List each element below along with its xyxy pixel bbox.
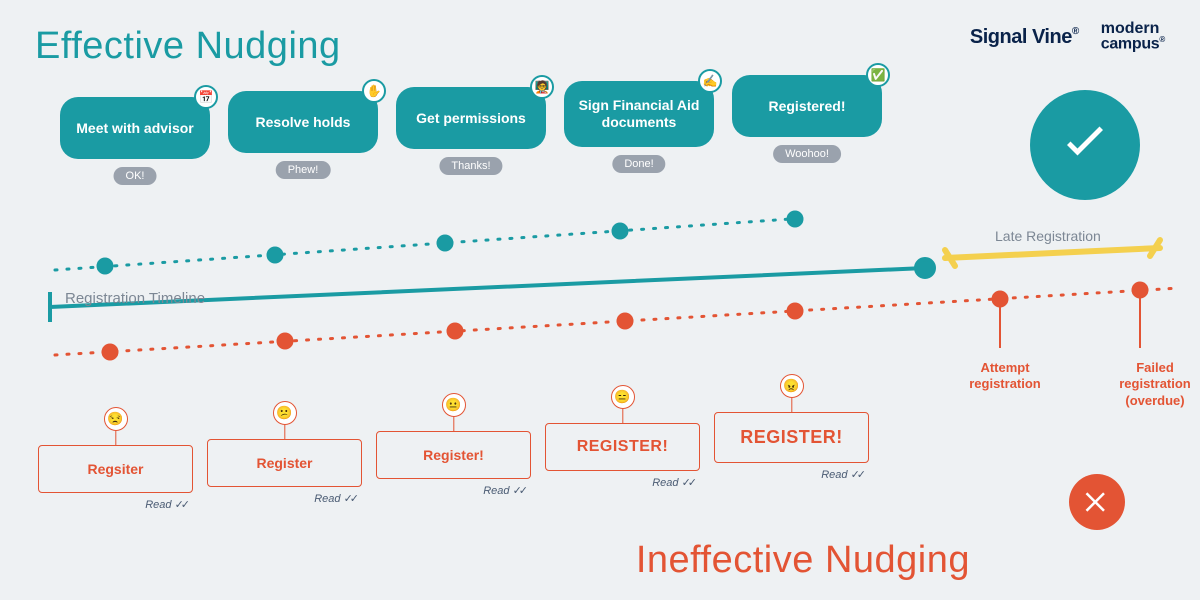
nudge-get-permissions: Get permissions 🧑‍🏫 Thanks! — [396, 87, 546, 175]
emoji-icon: 😠 — [780, 374, 804, 398]
logo-bar: Signal Vine® modern campus® — [970, 22, 1165, 52]
nudge-sign-docs: Sign Financial Aid documents ✍️ Done! — [564, 81, 714, 173]
sign-icon: ✍️ — [698, 69, 722, 93]
nudge-registered: Registered! ✅ Woohoo! — [732, 75, 882, 163]
nudge-bubble: Register — [207, 439, 362, 487]
nudge-response: Woohoo! — [773, 145, 841, 163]
emoji-icon: 😕 — [273, 401, 297, 425]
nudge-response: OK! — [114, 167, 157, 185]
logo-moderncampus-line1: modern — [1101, 22, 1165, 36]
failure-x-icon — [1069, 474, 1125, 530]
failed-registration-label: Failed registration (overdue) — [1105, 360, 1200, 409]
ineffective-nudges-row: 😒 Regsiter Read ✓✓ 😕 Register Read ✓✓ 😐 … — [38, 412, 869, 493]
title-effective: Effective Nudging — [35, 25, 341, 68]
nudge-bubble: Meet with advisor — [60, 97, 210, 159]
read-receipt: Read ✓✓ — [821, 468, 863, 481]
emoji-icon: 😑 — [611, 385, 635, 409]
registration-timeline-label: Registration Timeline — [65, 290, 205, 307]
late-events: Attempt registration Failed registration… — [955, 360, 1200, 409]
read-receipt: Read ✓✓ — [652, 476, 694, 489]
late-registration-label: Late Registration — [995, 228, 1101, 244]
nudge-bubble: Regsiter — [38, 445, 193, 493]
logo-signalvine: Signal Vine® — [970, 26, 1079, 49]
check-icon: ✅ — [866, 63, 890, 87]
nudge-bubble: Resolve holds — [228, 91, 378, 153]
read-receipt: Read ✓✓ — [314, 492, 356, 505]
nudge-register-2: 😕 Register Read ✓✓ — [207, 439, 362, 487]
nudge-bubble: Sign Financial Aid documents — [564, 81, 714, 147]
calendar-icon: 📅 — [194, 85, 218, 109]
read-receipt: Read ✓✓ — [483, 484, 525, 497]
nudge-response: Thanks! — [439, 157, 502, 175]
nudge-register-4: 😑 REGISTER! Read ✓✓ — [545, 423, 700, 471]
nudge-response: Phew! — [276, 161, 331, 179]
person-icon: 🧑‍🏫 — [530, 75, 554, 99]
hand-icon: ✋ — [362, 79, 386, 103]
nudge-bubble: Registered! — [732, 75, 882, 137]
emoji-icon: 😐 — [442, 393, 466, 417]
nudge-register-3: 😐 Register! Read ✓✓ — [376, 431, 531, 479]
title-ineffective: Ineffective Nudging — [636, 539, 970, 582]
nudge-meet-advisor: Meet with advisor 📅 OK! — [60, 97, 210, 185]
nudge-bubble: REGISTER! — [545, 423, 700, 471]
logo-moderncampus: modern campus® — [1101, 22, 1165, 52]
nudge-bubble: REGISTER! — [714, 412, 869, 463]
nudge-register-5: 😠 REGISTER! Read ✓✓ — [714, 412, 869, 463]
logo-moderncampus-line2: campus — [1101, 36, 1160, 53]
read-receipt: Read ✓✓ — [145, 498, 187, 511]
nudge-bubble: Register! — [376, 431, 531, 479]
logo-signalvine-text: Signal Vine — [970, 26, 1072, 48]
success-check-icon — [1030, 90, 1140, 200]
nudge-register-1: 😒 Regsiter Read ✓✓ — [38, 445, 193, 493]
nudge-response: Done! — [612, 155, 665, 173]
attempt-registration-label: Attempt registration — [955, 360, 1055, 409]
nudge-resolve-holds: Resolve holds ✋ Phew! — [228, 91, 378, 179]
nudge-bubble: Get permissions — [396, 87, 546, 149]
emoji-icon: 😒 — [104, 407, 128, 431]
effective-nudges-row: Meet with advisor 📅 OK! Resolve holds ✋ … — [60, 95, 882, 185]
